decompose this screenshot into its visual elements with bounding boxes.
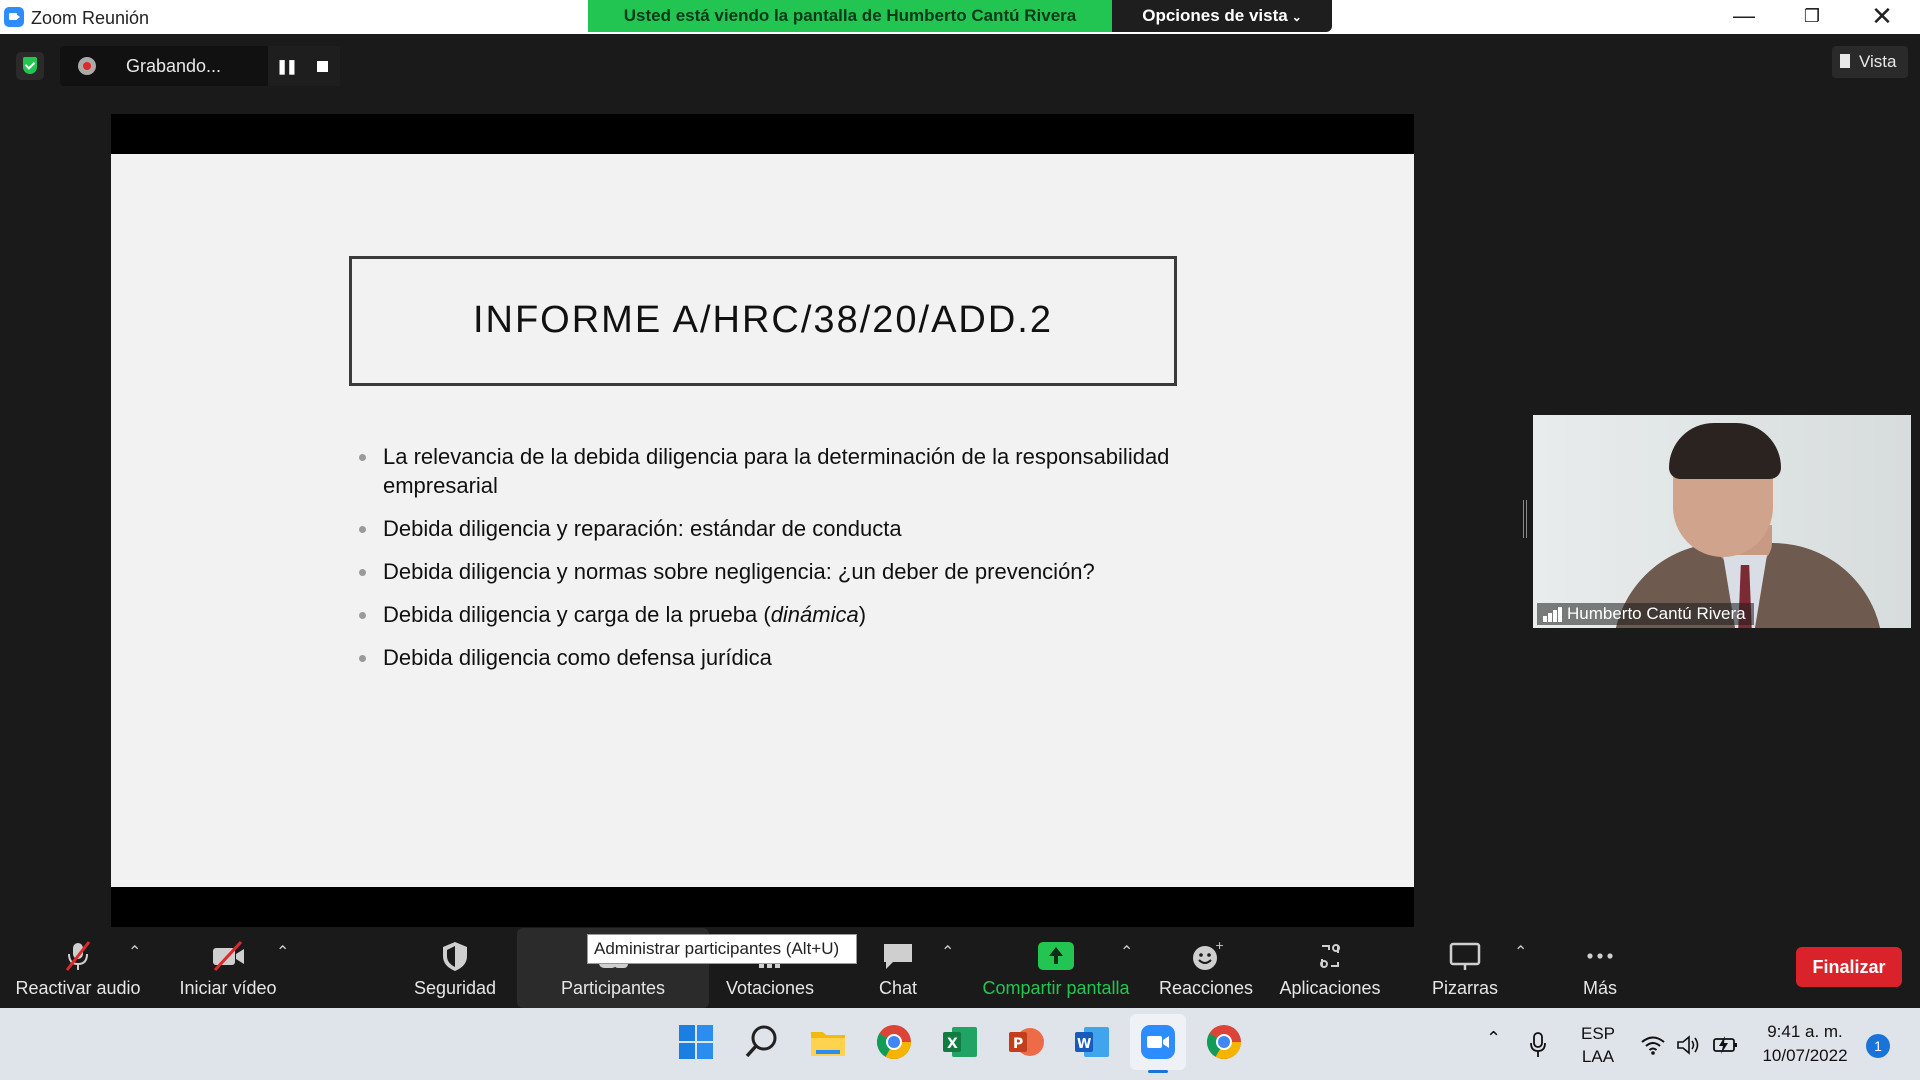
security-shield-icon[interactable] (16, 52, 44, 80)
participant-video-tile[interactable]: Humberto Cantú Rivera (1533, 415, 1911, 628)
slide-bullet: Debida diligencia y carga de la prueba (… (357, 600, 1197, 629)
signal-strength-icon (1543, 607, 1563, 622)
more-button[interactable]: Más (1570, 928, 1630, 1008)
chat-options-caret[interactable]: ⌃ (941, 942, 954, 962)
word-icon[interactable]: W (1072, 1022, 1112, 1062)
meeting-toolbar: Reactivar audio ⌃ Iniciar vídeo ⌃ Seguri… (0, 928, 1920, 1008)
slide-title: INFORME A/HRC/38/20/ADD.2 (472, 299, 1054, 341)
security-label: Seguridad (413, 978, 497, 998)
chat-button[interactable]: Chat (858, 928, 938, 1008)
more-icon (1587, 953, 1613, 959)
whiteboard-icon (1449, 942, 1481, 970)
share-screen-icon (1038, 942, 1074, 970)
wifi-icon[interactable] (1640, 1034, 1666, 1056)
pause-recording-button[interactable]: ❚❚ (268, 46, 304, 86)
close-button[interactable]: ✕ (1848, 0, 1916, 34)
stop-recording-button[interactable] (304, 46, 340, 86)
zoom-window: Zoom Reunión Usted está viendo la pantal… (0, 0, 1920, 1080)
reactions-icon: + (1193, 940, 1223, 970)
slide-title-box: INFORME A/HRC/38/20/ADD.2 (349, 256, 1177, 386)
windows-taskbar: X P W ⌃ ESP LAA 9:41 a. m. 10/07/2022 (0, 1008, 1920, 1080)
file-explorer-icon[interactable] (808, 1022, 848, 1062)
tray-overflow-icon[interactable]: ⌃ (1486, 1028, 1501, 1049)
whiteboards-label: Pizarras (1431, 978, 1498, 998)
svg-text:W: W (1077, 1037, 1091, 1052)
chat-icon (884, 944, 912, 969)
unmute-label: Reactivar audio (15, 978, 141, 998)
share-screen-button[interactable]: Compartir pantalla (972, 928, 1140, 1008)
chat-label: Chat (878, 978, 918, 998)
audio-options-caret[interactable]: ⌃ (128, 942, 141, 962)
view-options-label: Opciones de vista (1142, 6, 1288, 25)
svg-text:+: + (1215, 940, 1223, 952)
share-options-caret[interactable]: ⌃ (1120, 942, 1133, 962)
shield-icon (443, 942, 467, 971)
windows-start-icon[interactable] (676, 1022, 716, 1062)
search-icon[interactable] (742, 1022, 782, 1062)
slide-bullet: Debida diligencia como defensa jurídica (357, 643, 1197, 672)
active-app-indicator (1148, 1070, 1168, 1073)
shared-screen: INFORME A/HRC/38/20/ADD.2 La relevancia … (111, 114, 1414, 927)
microphone-muted-icon (65, 941, 91, 971)
view-options-button[interactable]: Opciones de vista ⌄ (1112, 0, 1332, 32)
reactions-button[interactable]: + Reacciones (1155, 928, 1257, 1008)
microphone-icon[interactable] (1528, 1032, 1548, 1058)
participant-name-label: Humberto Cantú Rivera (1537, 603, 1754, 625)
reactions-label: Reacciones (1158, 978, 1254, 998)
security-button[interactable]: Seguridad (400, 928, 510, 1008)
powerpoint-icon[interactable]: P (1006, 1022, 1046, 1062)
participant-hair (1669, 423, 1781, 479)
slide-bullet: Debida diligencia y reparación: estándar… (357, 514, 1197, 543)
zoom-taskbar-icon[interactable] (1138, 1022, 1178, 1062)
share-screen-label: Compartir pantalla (982, 978, 1130, 998)
view-layout-label: Vista (1859, 52, 1897, 71)
apps-button[interactable]: Aplicaciones (1268, 928, 1392, 1008)
restore-button[interactable]: ❐ (1778, 0, 1846, 34)
unmute-button[interactable]: Reactivar audio (8, 928, 148, 1008)
view-layout-button[interactable]: Vista (1832, 46, 1908, 78)
recording-indicator: Grabando... ❚❚ (60, 46, 340, 86)
layout-icon (1840, 54, 1850, 68)
participants-tooltip: Administrar participantes (Alt+U) (587, 934, 857, 964)
video-off-icon (213, 940, 244, 972)
slide-bullet: La relevancia de la debida diligencia pa… (357, 442, 1197, 500)
record-icon (78, 57, 96, 75)
end-meeting-button[interactable]: Finalizar (1796, 947, 1902, 987)
polls-label: Votaciones (725, 978, 815, 998)
start-video-label: Iniciar vídeo (179, 978, 277, 998)
video-panel-resize-handle[interactable] (1523, 500, 1527, 538)
title-bar: Zoom Reunión Usted está viendo la pantal… (0, 0, 1920, 34)
svg-text:X: X (947, 1036, 958, 1052)
whiteboards-button[interactable]: Pizarras (1420, 928, 1510, 1008)
presentation-slide: INFORME A/HRC/38/20/ADD.2 La relevancia … (111, 154, 1414, 887)
excel-icon[interactable]: X (940, 1022, 980, 1062)
slide-bullet: Debida diligencia y normas sobre neglige… (357, 557, 1197, 586)
participants-label: Participantes (560, 978, 666, 998)
window-title: Zoom Reunión (31, 8, 150, 28)
input-language[interactable]: ESP (1578, 1024, 1618, 1044)
slide-bullet-list: La relevancia de la debida diligencia pa… (357, 442, 1197, 686)
apps-label: Aplicaciones (1279, 978, 1381, 998)
chevron-down-icon: ⌄ (1291, 10, 1302, 24)
viewing-screen-banner: Usted está viendo la pantalla de Humbert… (588, 0, 1112, 32)
apps-icon (1320, 944, 1340, 968)
notification-badge[interactable]: 1 (1866, 1034, 1890, 1058)
clock-time[interactable]: 9:41 a. m. (1750, 1022, 1860, 1042)
chrome-icon[interactable] (1204, 1022, 1244, 1062)
start-video-button[interactable]: Iniciar vídeo (165, 928, 291, 1008)
minimize-button[interactable]: — (1710, 0, 1778, 34)
svg-text:P: P (1013, 1036, 1023, 1052)
zoom-app-icon (4, 7, 24, 27)
battery-charging-icon[interactable] (1712, 1034, 1740, 1056)
participant-name: Humberto Cantú Rivera (1567, 604, 1746, 623)
more-label: Más (1582, 978, 1617, 998)
clock-date[interactable]: 10/07/2022 (1750, 1046, 1860, 1066)
recording-label: Grabando... (126, 56, 222, 76)
keyboard-layout[interactable]: LAA (1578, 1047, 1618, 1067)
chrome-icon[interactable] (874, 1022, 914, 1062)
video-options-caret[interactable]: ⌃ (276, 942, 289, 962)
volume-icon[interactable] (1676, 1034, 1702, 1056)
whiteboard-options-caret[interactable]: ⌃ (1514, 942, 1527, 962)
